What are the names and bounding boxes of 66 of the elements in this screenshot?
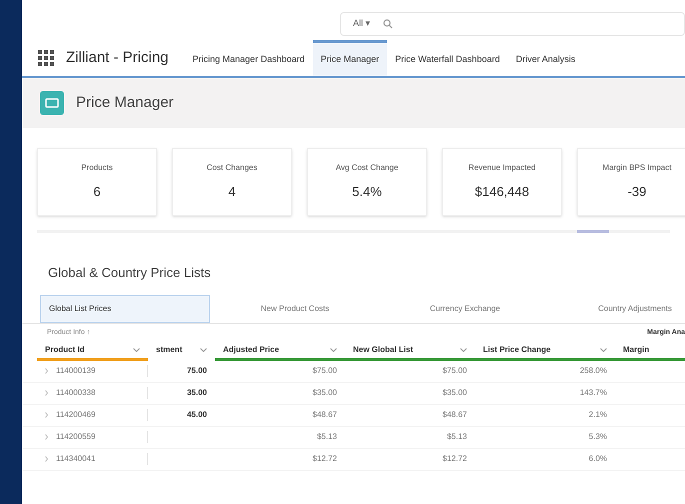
table-cell: 114200469 (37, 409, 148, 421)
list-tab[interactable]: Country Adjustments (550, 294, 685, 322)
table-cell-text: $35.00 (312, 387, 338, 399)
table-cell-text: 75.00 (186, 365, 208, 377)
caret-icon[interactable] (133, 348, 140, 352)
expand-icon[interactable] (45, 434, 48, 440)
table-cell: 114000139 (37, 365, 148, 377)
page-title: Price Manager (76, 92, 174, 113)
table-cell: 114000338 (37, 387, 148, 399)
table-cell-text: $5.13 (316, 431, 338, 443)
stat-value: 6 (93, 183, 101, 202)
table-cell-text: 35.00 (186, 387, 208, 399)
table-cell-text: $12.72 (312, 453, 338, 465)
price-manager-icon (40, 91, 64, 115)
stat-value: $146,448 (474, 183, 530, 202)
column-header[interactable]: Product Id (37, 342, 148, 360)
column-header[interactable]: Margin (615, 342, 685, 360)
nav-tab[interactable]: Pricing Manager Dashboard (184, 40, 313, 76)
table-cell-text: $75.00 (312, 365, 338, 377)
caret-icon[interactable] (200, 348, 207, 352)
stat-label: Margin BPS Impact (602, 162, 672, 174)
app-launcher-icon[interactable] (38, 50, 54, 66)
table-cell: 114200559 (37, 431, 148, 443)
caret-icon[interactable] (330, 348, 337, 352)
column-header[interactable]: Adjusted Price (215, 342, 345, 360)
table-cell-text: $48.67 (312, 409, 338, 421)
stat-label: Cost Changes (206, 162, 258, 174)
scope-dropdown[interactable]: All ▾ (353, 17, 371, 31)
list-tab[interactable]: Currency Exchange (380, 294, 550, 322)
nav-tab[interactable]: Price Manager (312, 40, 388, 76)
search-icon (382, 19, 393, 29)
expand-icon[interactable] (45, 412, 48, 418)
expand-icon[interactable] (45, 456, 48, 462)
stat-label: Avg Cost Change (336, 162, 398, 174)
caret-icon[interactable] (460, 348, 467, 352)
scrollbar-thumb[interactable] (577, 230, 609, 233)
nav-tab[interactable]: Driver Analysis (508, 40, 584, 76)
caret-icon[interactable] (600, 348, 607, 352)
table-cell-text: 2.1% (588, 409, 608, 421)
column-header[interactable]: New Global List (345, 342, 475, 360)
table-cell: 114340041 (37, 453, 148, 465)
expand-icon[interactable] (45, 368, 48, 374)
stat-label: Products (81, 162, 113, 174)
table-cell-text: $48.67 (442, 409, 468, 421)
search-field[interactable]: All ▾ (340, 12, 685, 36)
column-header[interactable]: stment (148, 342, 215, 360)
stat-value: -39 (628, 183, 646, 202)
section-title: Global & Country Price Lists (47, 264, 212, 282)
table-cell-text: 45.00 (186, 409, 208, 421)
table-cell-text: $35.00 (442, 387, 468, 399)
list-tab[interactable]: New Product Costs (210, 294, 380, 322)
nav-tab[interactable]: Price Waterfall Dashboard (387, 40, 508, 76)
table-cell-text: $75.00 (442, 365, 468, 377)
table-cell-text: 258.0% (578, 365, 608, 377)
table-cell-text: 5.3% (588, 431, 608, 443)
list-tab[interactable]: Global List Prices (40, 294, 210, 322)
table-cell-text: 6.0% (588, 453, 608, 465)
table-cell-text: $12.72 (442, 453, 468, 465)
stat-label: Revenue Impacted (468, 162, 536, 174)
stat-value: 4 (228, 183, 236, 202)
expand-icon[interactable] (45, 390, 48, 396)
app-name: Zilliant - Pricing (66, 48, 169, 68)
stat-value: 5.4% (352, 183, 382, 202)
column-header[interactable]: List Price Change (475, 342, 615, 360)
table-cell-text: 143.7% (578, 387, 608, 399)
table-cell-text: $5.13 (446, 431, 468, 443)
